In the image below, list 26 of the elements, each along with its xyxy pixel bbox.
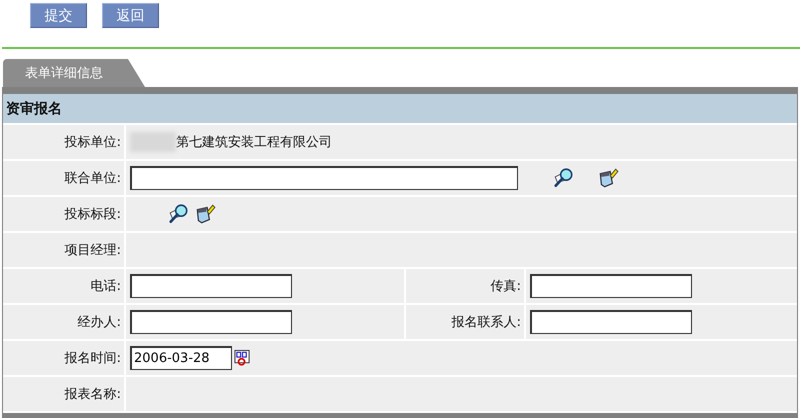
field-label: 投标标段: — [64, 206, 121, 223]
field-label: 经办人: — [78, 314, 121, 331]
search-icon[interactable] — [553, 167, 575, 189]
field-label: 报名联系人: — [452, 314, 521, 331]
input-field[interactable] — [130, 274, 292, 298]
edit-icon[interactable] — [597, 167, 619, 189]
field-label: 投标单位: — [64, 134, 121, 151]
input-field[interactable] — [130, 166, 518, 190]
field-label: 电话: — [90, 278, 121, 295]
tab[interactable]: 表单详细信息 — [3, 59, 145, 87]
edit-icon[interactable] — [194, 203, 216, 225]
input-field[interactable] — [530, 274, 692, 298]
field-label: 联合单位: — [64, 170, 121, 187]
input-field[interactable] — [130, 310, 292, 334]
toolbar-button[interactable]: 提交 — [30, 3, 87, 28]
search-icon[interactable] — [168, 203, 190, 225]
field-label: 项目经理: — [64, 242, 121, 259]
input-field[interactable] — [530, 310, 692, 334]
toolbar-button[interactable]: 返回 — [102, 3, 159, 28]
field-label: 报名时间: — [64, 350, 121, 367]
field-value: 第七建筑安装工程有限公司 — [176, 134, 332, 151]
field-label: 传真: — [490, 278, 521, 295]
calendar-icon[interactable] — [234, 349, 251, 367]
section-header: 资审报名 — [3, 94, 797, 125]
date-field[interactable]: 2006-03-28 — [130, 346, 232, 370]
field-label: 报表名称: — [64, 386, 121, 403]
